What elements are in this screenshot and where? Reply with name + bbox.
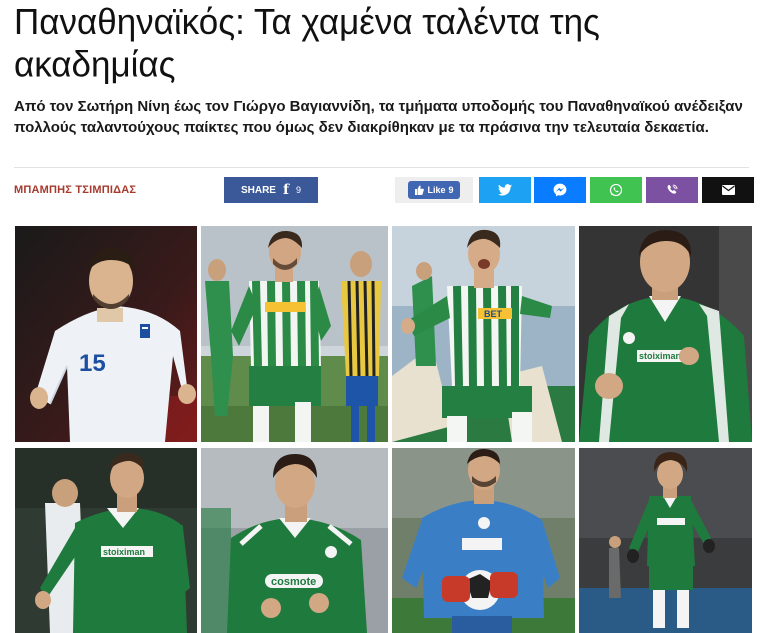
player-photo-6-image: cosmote	[201, 448, 388, 633]
viber-share-button[interactable]	[646, 177, 698, 203]
sponsor-text: BET	[484, 309, 503, 319]
viber-icon	[667, 184, 678, 194]
messenger-icon	[553, 183, 567, 197]
player-photo-1[interactable]: 15	[15, 226, 197, 442]
player-photo-7[interactable]	[392, 448, 575, 633]
article-lead: Από τον Σωτήρη Νίνη έως τον Γιώργο Βαγια…	[14, 98, 743, 136]
article-title: Παναθηναϊκός: Τα χαμένα ταλέντα της ακαδ…	[14, 2, 600, 85]
player-photo-7-image	[392, 448, 575, 633]
facebook-like-button[interactable]: Like 9	[408, 181, 460, 199]
player-photo-6[interactable]: cosmote	[201, 448, 388, 633]
like-label: Like	[427, 185, 446, 195]
like-count: 9	[448, 185, 454, 195]
player-photo-2[interactable]	[201, 226, 388, 442]
author-link[interactable]: ΜΠΑΜΠΗΣ ΤΣΙΜΠΙΔΑΣ	[14, 184, 136, 196]
player-photo-1-image: 15	[15, 226, 197, 442]
player-photo-3[interactable]: BET	[392, 226, 575, 442]
photo-collage: 15 BET stoiximan stoiximan cosmote	[15, 226, 752, 633]
facebook-share-button[interactable]: SHARE f 9	[224, 177, 318, 203]
player-photo-5[interactable]: stoiximan	[15, 448, 197, 633]
whatsapp-share-button[interactable]	[590, 177, 642, 203]
player-photo-5-image: stoiximan	[15, 448, 197, 633]
facebook-icon: f	[282, 182, 290, 198]
player-photo-4-image: stoiximan	[579, 226, 752, 442]
facebook-like-box: Like 9	[395, 177, 473, 203]
player-photo-4[interactable]: stoiximan	[579, 226, 752, 442]
player-photo-8-image	[579, 448, 752, 633]
player-photo-8[interactable]	[579, 448, 752, 633]
email-share-button[interactable]	[702, 177, 754, 203]
separator	[14, 167, 749, 168]
thumbs-up-icon	[415, 185, 425, 195]
shirt-number: 15	[79, 350, 106, 377]
sponsor-text: stoiximan	[639, 351, 681, 361]
envelope-icon	[721, 185, 735, 195]
twitter-share-button[interactable]	[479, 177, 531, 203]
player-photo-2-image	[201, 226, 388, 442]
share-label: SHARE	[240, 184, 276, 196]
messenger-share-button[interactable]	[534, 177, 586, 203]
share-count: 9	[296, 185, 302, 195]
sponsor-text: stoiximan	[103, 547, 145, 557]
player-photo-3-image: BET	[392, 226, 575, 442]
whatsapp-icon	[609, 183, 623, 197]
twitter-icon	[498, 184, 512, 196]
sponsor-text: cosmote	[271, 576, 316, 588]
